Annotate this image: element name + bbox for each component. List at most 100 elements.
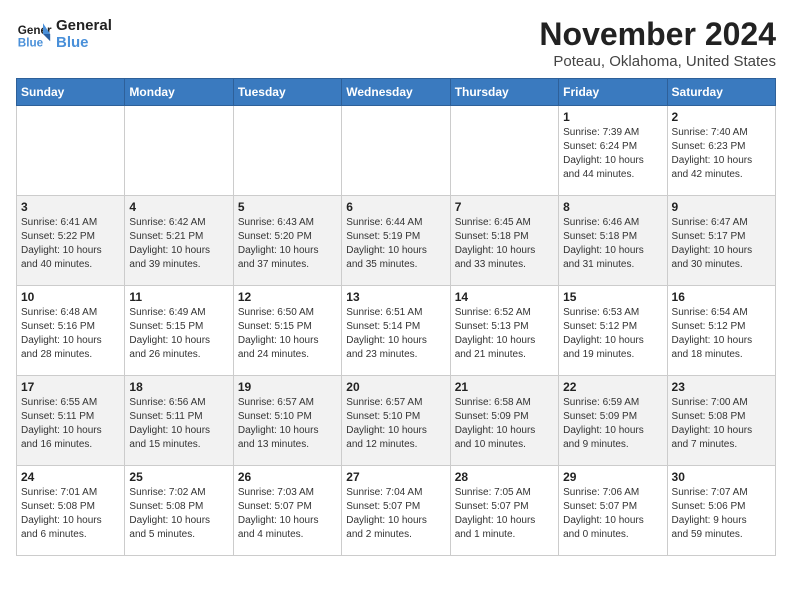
calendar-body: 1 Sunrise: 7:39 AM Sunset: 6:24 PM Daylig…: [17, 106, 776, 556]
calendar-cell: 10Sunrise: 6:48 AM Sunset: 5:16 PM Dayli…: [17, 286, 125, 376]
day-number: 19: [238, 380, 337, 394]
day-number: 27: [346, 470, 445, 484]
day-detail: Sunrise: 6:57 AM Sunset: 5:10 PM Dayligh…: [238, 396, 337, 452]
calendar-cell: [342, 106, 450, 196]
calendar-cell: 30 Sunrise: 7:07 AM Sunset: 5:06 PM Dayli…: [667, 466, 775, 556]
calendar-cell: 8 Sunrise: 6:46 AM Sunset: 5:18 PM Daylig…: [559, 196, 667, 286]
day-detail: Sunrise: 6:57 AM Sunset: 5:10 PM Dayligh…: [346, 396, 445, 452]
calendar-week-row: 10Sunrise: 6:48 AM Sunset: 5:16 PM Dayli…: [17, 286, 776, 376]
day-number: 3: [21, 200, 120, 214]
day-number: 29: [563, 470, 662, 484]
day-detail: Sunrise: 6:47 AM Sunset: 5:17 PM Dayligh…: [672, 216, 771, 272]
day-number: 9: [672, 200, 771, 214]
calendar-cell: 21 Sunrise: 6:58 AM Sunset: 5:09 PM Dayli…: [450, 376, 558, 466]
calendar-cell: [450, 106, 558, 196]
calendar-cell: 13Sunrise: 6:51 AM Sunset: 5:14 PM Dayli…: [342, 286, 450, 376]
day-detail: Sunrise: 6:52 AM Sunset: 5:13 PM Dayligh…: [455, 306, 554, 362]
day-detail: Sunrise: 7:05 AM Sunset: 5:07 PM Dayligh…: [455, 486, 554, 542]
calendar-cell: 23 Sunrise: 7:00 AM Sunset: 5:08 PM Dayli…: [667, 376, 775, 466]
day-detail: Sunrise: 7:39 AM Sunset: 6:24 PM Dayligh…: [563, 126, 662, 182]
calendar-cell: 3Sunrise: 6:41 AM Sunset: 5:22 PM Daylig…: [17, 196, 125, 286]
day-number: 18: [129, 380, 228, 394]
calendar-cell: [233, 106, 341, 196]
logo-general: General: [56, 17, 112, 34]
day-detail: Sunrise: 6:54 AM Sunset: 5:12 PM Dayligh…: [672, 306, 771, 362]
calendar-week-row: 17 Sunrise: 6:55 AM Sunset: 5:11 PM Dayli…: [17, 376, 776, 466]
day-detail: Sunrise: 6:42 AM Sunset: 5:21 PM Dayligh…: [129, 216, 228, 272]
day-number: 17: [21, 380, 120, 394]
calendar-cell: 18Sunrise: 6:56 AM Sunset: 5:11 PM Dayli…: [125, 376, 233, 466]
day-number: 6: [346, 200, 445, 214]
weekday-header: Monday: [125, 79, 233, 106]
day-detail: Sunrise: 6:49 AM Sunset: 5:15 PM Dayligh…: [129, 306, 228, 362]
calendar-cell: 14Sunrise: 6:52 AM Sunset: 5:13 PM Dayli…: [450, 286, 558, 376]
calendar-cell: 2 Sunrise: 7:40 AM Sunset: 6:23 PM Daylig…: [667, 106, 775, 196]
calendar-cell: 12Sunrise: 6:50 AM Sunset: 5:15 PM Dayli…: [233, 286, 341, 376]
weekday-header: Thursday: [450, 79, 558, 106]
day-detail: Sunrise: 6:58 AM Sunset: 5:09 PM Dayligh…: [455, 396, 554, 452]
day-detail: Sunrise: 6:50 AM Sunset: 5:15 PM Dayligh…: [238, 306, 337, 362]
calendar-title: November 2024: [539, 16, 776, 53]
day-number: 21: [455, 380, 554, 394]
calendar-cell: 26Sunrise: 7:03 AM Sunset: 5:07 PM Dayli…: [233, 466, 341, 556]
calendar-week-row: 3Sunrise: 6:41 AM Sunset: 5:22 PM Daylig…: [17, 196, 776, 286]
calendar-week-row: 24 Sunrise: 7:01 AM Sunset: 5:08 PM Dayli…: [17, 466, 776, 556]
calendar-cell: [125, 106, 233, 196]
day-detail: Sunrise: 6:46 AM Sunset: 5:18 PM Dayligh…: [563, 216, 662, 272]
day-number: 10: [21, 290, 120, 304]
calendar-cell: 6 Sunrise: 6:44 AM Sunset: 5:19 PM Daylig…: [342, 196, 450, 286]
day-number: 13: [346, 290, 445, 304]
day-detail: Sunrise: 7:00 AM Sunset: 5:08 PM Dayligh…: [672, 396, 771, 452]
day-number: 5: [238, 200, 337, 214]
calendar-table: SundayMondayTuesdayWednesdayThursdayFrid…: [16, 78, 776, 556]
weekday-header: Wednesday: [342, 79, 450, 106]
svg-text:Blue: Blue: [18, 37, 44, 50]
day-number: 22: [563, 380, 662, 394]
day-number: 16: [672, 290, 771, 304]
calendar-cell: 29 Sunrise: 7:06 AM Sunset: 5:07 PM Dayli…: [559, 466, 667, 556]
day-detail: Sunrise: 6:43 AM Sunset: 5:20 PM Dayligh…: [238, 216, 337, 272]
calendar-cell: 15Sunrise: 6:53 AM Sunset: 5:12 PM Dayli…: [559, 286, 667, 376]
weekday-header: Saturday: [667, 79, 775, 106]
logo: General Blue General Blue: [16, 16, 112, 52]
calendar-cell: 17 Sunrise: 6:55 AM Sunset: 5:11 PM Dayli…: [17, 376, 125, 466]
day-detail: Sunrise: 7:03 AM Sunset: 5:07 PM Dayligh…: [238, 486, 337, 542]
day-number: 15: [563, 290, 662, 304]
weekday-header: Friday: [559, 79, 667, 106]
day-number: 30: [672, 470, 771, 484]
calendar-cell: 25Sunrise: 7:02 AM Sunset: 5:08 PM Dayli…: [125, 466, 233, 556]
day-detail: Sunrise: 7:06 AM Sunset: 5:07 PM Dayligh…: [563, 486, 662, 542]
day-detail: Sunrise: 6:45 AM Sunset: 5:18 PM Dayligh…: [455, 216, 554, 272]
day-detail: Sunrise: 6:44 AM Sunset: 5:19 PM Dayligh…: [346, 216, 445, 272]
calendar-subtitle: Poteau, Oklahoma, United States: [539, 53, 776, 70]
weekday-header: Sunday: [17, 79, 125, 106]
calendar-header: SundayMondayTuesdayWednesdayThursdayFrid…: [17, 79, 776, 106]
day-number: 24: [21, 470, 120, 484]
day-number: 7: [455, 200, 554, 214]
day-number: 23: [672, 380, 771, 394]
day-number: 1: [563, 110, 662, 124]
calendar-cell: 11Sunrise: 6:49 AM Sunset: 5:15 PM Dayli…: [125, 286, 233, 376]
calendar-cell: 22 Sunrise: 6:59 AM Sunset: 5:09 PM Dayli…: [559, 376, 667, 466]
day-number: 8: [563, 200, 662, 214]
day-number: 2: [672, 110, 771, 124]
calendar-cell: 27 Sunrise: 7:04 AM Sunset: 5:07 PM Dayli…: [342, 466, 450, 556]
logo-icon: General Blue: [16, 16, 52, 52]
calendar-cell: 4Sunrise: 6:42 AM Sunset: 5:21 PM Daylig…: [125, 196, 233, 286]
calendar-cell: 1 Sunrise: 7:39 AM Sunset: 6:24 PM Daylig…: [559, 106, 667, 196]
calendar-cell: 16 Sunrise: 6:54 AM Sunset: 5:12 PM Dayli…: [667, 286, 775, 376]
calendar-cell: 19 Sunrise: 6:57 AM Sunset: 5:10 PM Dayli…: [233, 376, 341, 466]
day-detail: Sunrise: 7:04 AM Sunset: 5:07 PM Dayligh…: [346, 486, 445, 542]
calendar-cell: 7 Sunrise: 6:45 AM Sunset: 5:18 PM Daylig…: [450, 196, 558, 286]
day-detail: Sunrise: 6:59 AM Sunset: 5:09 PM Dayligh…: [563, 396, 662, 452]
header: General Blue General Blue November 2024 …: [16, 16, 776, 70]
day-number: 25: [129, 470, 228, 484]
calendar-cell: 9 Sunrise: 6:47 AM Sunset: 5:17 PM Daylig…: [667, 196, 775, 286]
day-detail: Sunrise: 7:40 AM Sunset: 6:23 PM Dayligh…: [672, 126, 771, 182]
day-detail: Sunrise: 7:07 AM Sunset: 5:06 PM Dayligh…: [672, 486, 771, 542]
calendar-header-row: SundayMondayTuesdayWednesdayThursdayFrid…: [17, 79, 776, 106]
day-detail: Sunrise: 7:01 AM Sunset: 5:08 PM Dayligh…: [21, 486, 120, 542]
day-detail: Sunrise: 6:55 AM Sunset: 5:11 PM Dayligh…: [21, 396, 120, 452]
weekday-header: Tuesday: [233, 79, 341, 106]
calendar-cell: 5 Sunrise: 6:43 AM Sunset: 5:20 PM Daylig…: [233, 196, 341, 286]
